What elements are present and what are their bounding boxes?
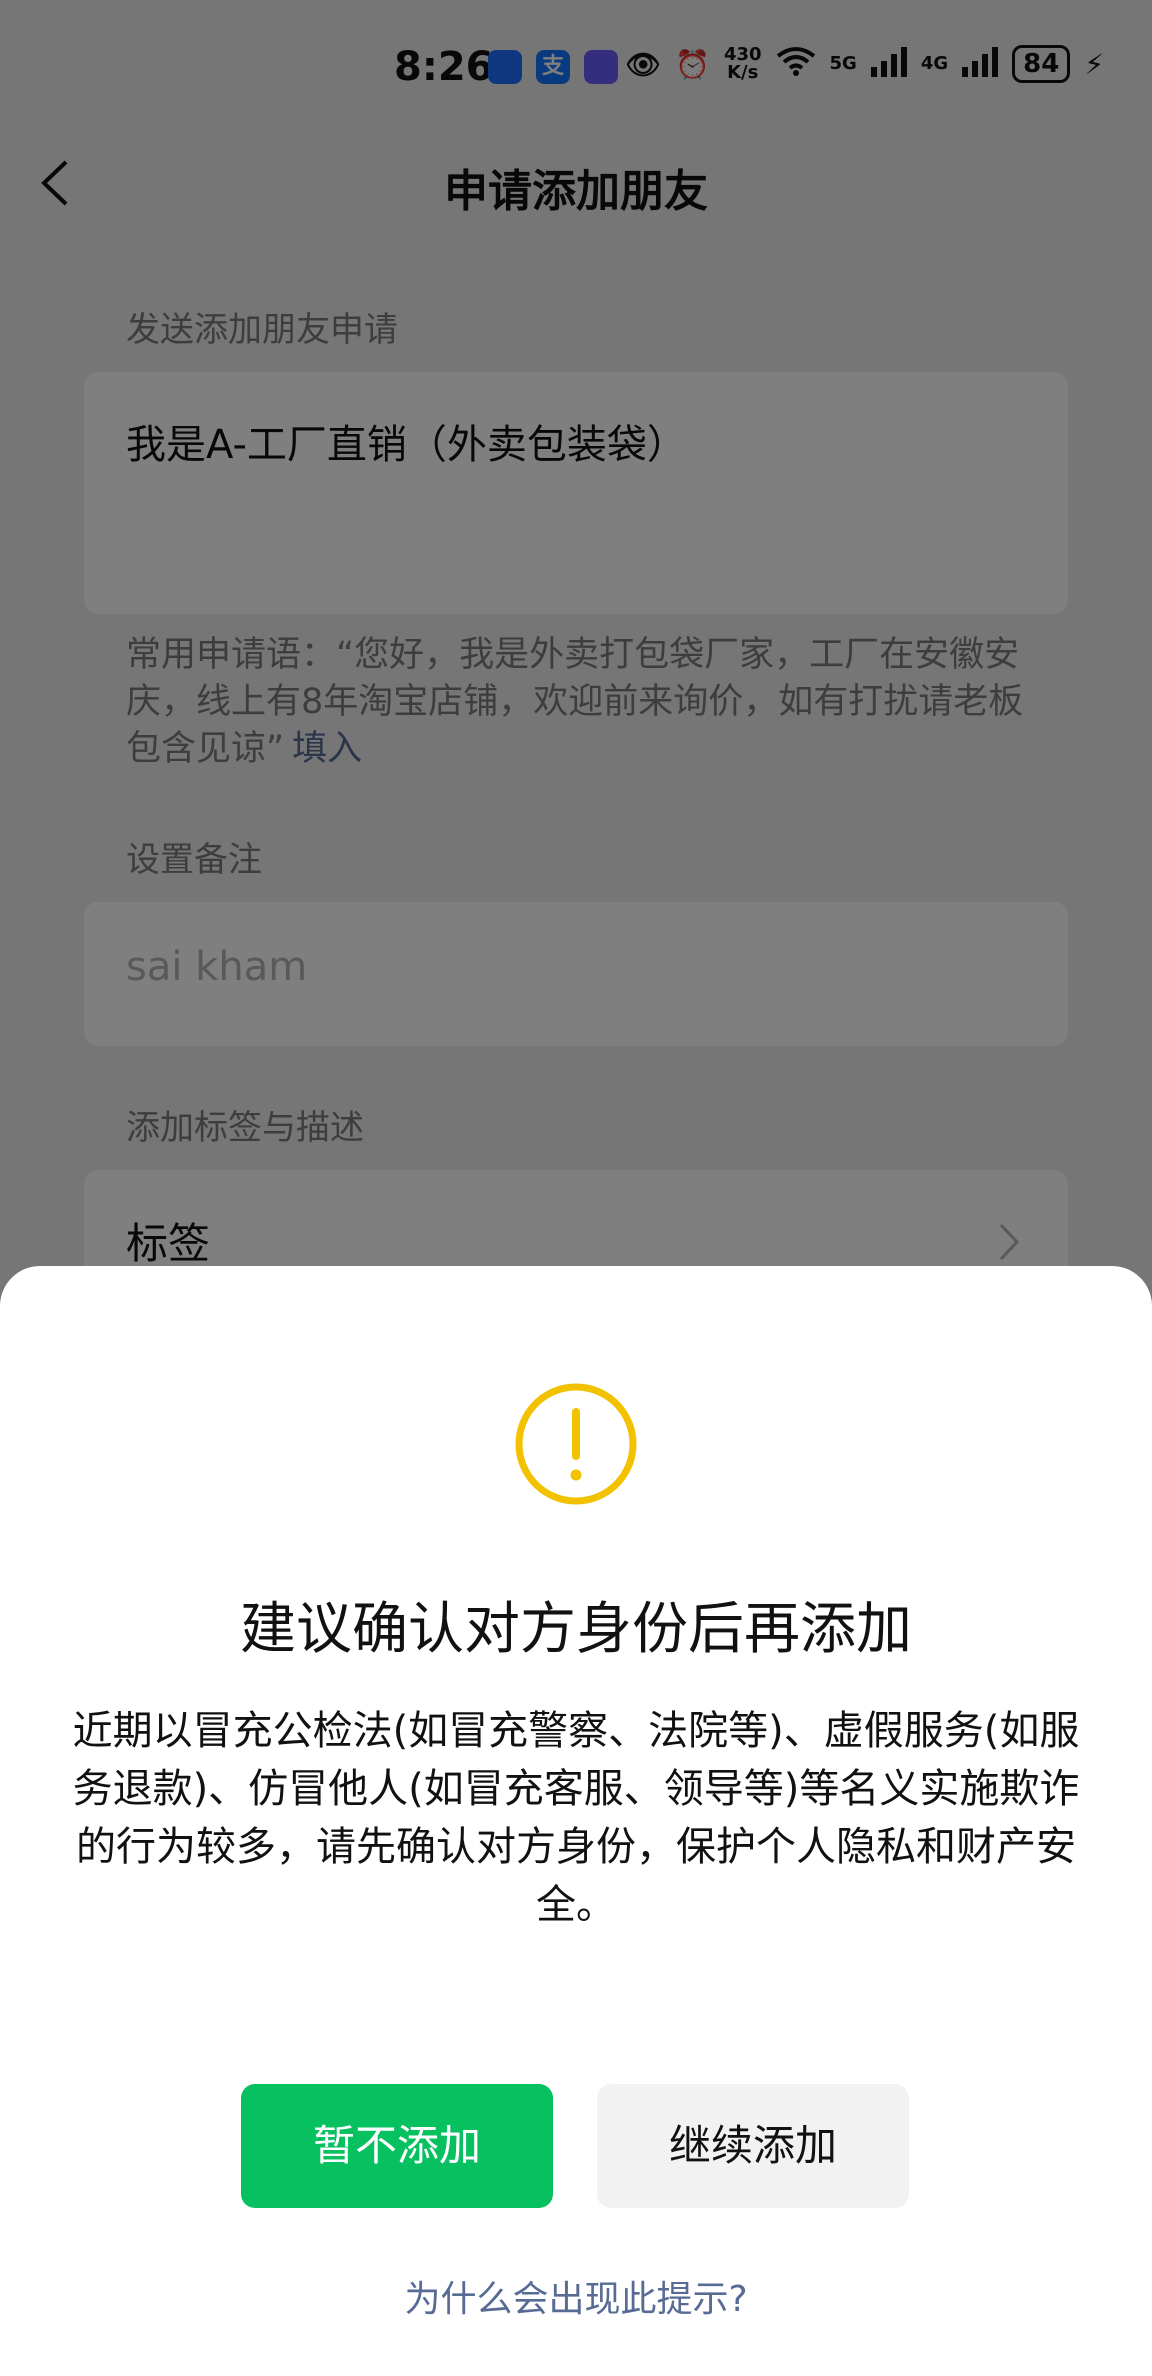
identity-warning-dialog: 建议确认对方身份后再添加 近期以冒充公检法(如冒充警察、法院等)、虚假服务(如服… xyxy=(0,1266,1152,2376)
dialog-title: 建议确认对方身份后再添加 xyxy=(240,1597,912,1662)
cancel-add-button[interactable]: 暂不添加 xyxy=(241,2084,553,2208)
why-prompt-link[interactable]: 为什么会出现此提示? xyxy=(0,2270,1152,2322)
exclamation-circle-icon xyxy=(515,1383,637,1505)
dialog-body: 近期以冒充公检法(如冒充警察、法院等)、虚假服务(如服务退款)、仿冒他人(如冒充… xyxy=(72,1708,1080,1928)
continue-add-button[interactable]: 继续添加 xyxy=(597,2084,909,2208)
